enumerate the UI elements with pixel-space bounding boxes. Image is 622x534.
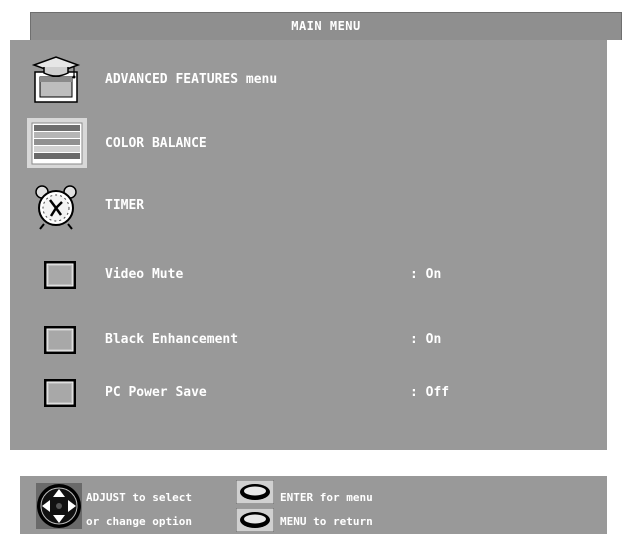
menu-item-value: : Off (410, 385, 450, 400)
menu-title: MAIN MENU (291, 19, 361, 33)
color-bars-icon (31, 122, 83, 165)
menu-item-label: Black Enhancement (105, 332, 239, 347)
graduation-cap-tv-icon (26, 54, 86, 106)
menu-item-advanced-features[interactable]: ADVANCED FEATURES menu (10, 54, 607, 106)
menu-item-label: ADVANCED FEATURES menu (105, 72, 278, 87)
enter-button-icon (236, 480, 274, 504)
adjust-select-text: ADJUST to select (86, 491, 192, 504)
menu-shadow (607, 40, 622, 450)
menu-item-value: : On (410, 332, 442, 347)
alarm-clock-icon (26, 180, 86, 232)
menu-item-pc-power-save[interactable]: PC Power Save : Off (10, 367, 607, 419)
menu-item-black-enhancement[interactable]: Black Enhancement : On (10, 314, 607, 366)
menu-item-label: Video Mute (105, 267, 184, 282)
help-bar: ADJUST to select or change option ENTER … (20, 476, 607, 534)
menu-item-video-mute[interactable]: Video Mute : On (10, 249, 607, 301)
checkbox-icon (26, 314, 86, 366)
menu-body: ADVANCED FEATURES menu COLOR BALANCE TIM… (10, 40, 607, 450)
color-balance-icon-slot (26, 118, 87, 170)
menu-item-label: TIMER (105, 198, 145, 213)
main-menu-window: MAIN MENU ADVANCED FEATURES menu COLOR B… (10, 10, 622, 450)
checkbox-icon (26, 249, 86, 301)
menu-item-label: PC Power Save (105, 385, 207, 400)
menu-item-timer[interactable]: TIMER (10, 180, 607, 232)
dpad-icon (36, 483, 82, 529)
menu-help-text: MENU to return (280, 515, 373, 528)
menu-title-bar: MAIN MENU (30, 12, 622, 40)
menu-button-icon (236, 508, 274, 532)
enter-help-text: ENTER for menu (280, 491, 373, 504)
menu-item-value: : On (410, 267, 442, 282)
menu-item-label: COLOR BALANCE (105, 136, 207, 151)
menu-item-color-balance[interactable]: COLOR BALANCE (10, 118, 607, 170)
checkbox-icon (26, 367, 86, 419)
adjust-change-text: or change option (86, 515, 192, 528)
